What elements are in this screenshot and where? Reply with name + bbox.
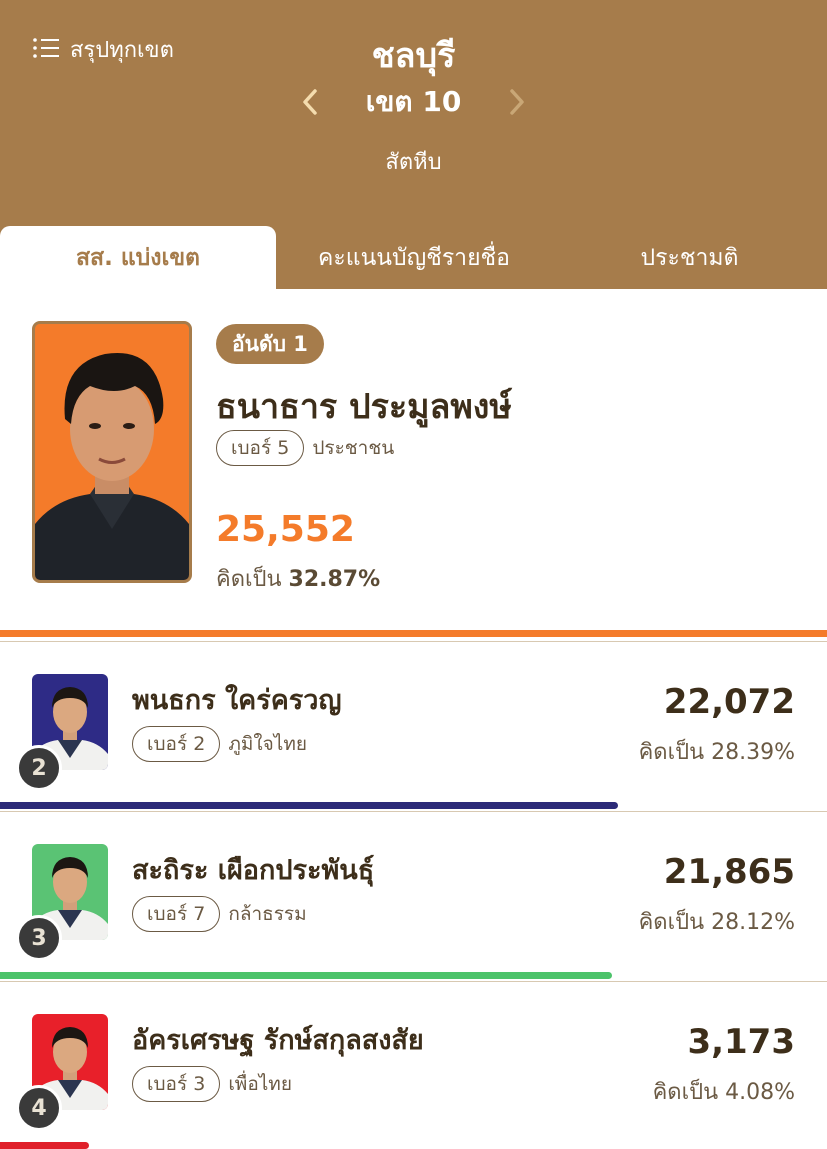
vote-share-bar (0, 1142, 89, 1149)
rank-badge: อันดับ 1 (216, 324, 324, 364)
candidate-votes: 21,865 (663, 852, 795, 892)
district-switcher: เขต 10 (0, 80, 827, 124)
province-title: ชลบุรี (371, 36, 456, 76)
rank-badge: 3 (16, 915, 62, 961)
winner-votes: 25,552 (216, 509, 355, 550)
party-name: เพื่อไทย (228, 1073, 292, 1095)
candidate-name: พนธกร ใคร่ครวญ (132, 685, 342, 716)
district-title: เขต 10 (365, 85, 462, 118)
rank-badge: 2 (16, 745, 62, 791)
candidate-meta: เบอร์ 7 กล้าธรรม (132, 896, 307, 932)
rank-badge: 4 (16, 1085, 62, 1131)
result-tabs: สส. แบ่งเขต คะแนนบัญชีรายชื่อ ประชามติ (0, 226, 827, 289)
chevron-left-icon (302, 89, 317, 115)
candidate-row[interactable]: 4 อัครเศรษฐ รักษ์สกุลสงสัย เบอร์ 3 เพื่อ… (0, 981, 827, 1149)
candidate-number-badge: เบอร์ 2 (132, 726, 221, 762)
candidate-percent: คิดเป็น 28.12% (638, 910, 795, 935)
vote-share-bar (0, 802, 618, 809)
party-name: ประชาชน (312, 437, 395, 459)
candidate-number-badge: เบอร์ 7 (132, 896, 221, 932)
tab-constituency-mp[interactable]: สส. แบ่งเขต (0, 226, 276, 289)
next-district-button[interactable] (497, 82, 537, 122)
candidate-name: อัครเศรษฐ รักษ์สกุลสงสัย (132, 1025, 424, 1056)
candidate-name: สะถิระ เผือกประพันธุ์ (132, 855, 375, 886)
winner-meta: เบอร์ 5 ประชาชน (216, 430, 394, 466)
percent-value: 32.87% (288, 567, 381, 592)
candidate-votes: 3,173 (687, 1022, 795, 1062)
winner-card[interactable]: อันดับ 1 ธนาธาร ประมูลพงษ์ เบอร์ 5 ประชา… (0, 289, 827, 641)
candidate-meta: เบอร์ 3 เพื่อไทย (132, 1066, 292, 1102)
candidate-number-badge: เบอร์ 5 (216, 430, 305, 466)
tab-party-list-score[interactable]: คะแนนบัญชีรายชื่อ (276, 226, 552, 289)
vote-share-bar (0, 972, 612, 979)
chevron-right-icon (510, 89, 525, 115)
previous-district-button[interactable] (290, 82, 330, 122)
header: สรุปทุกเขต ชลบุรี เขต 10 สัตหีบ (0, 0, 827, 226)
area-subtitle: สัตหีบ (385, 150, 442, 175)
candidate-percent: คิดเป็น 28.39% (638, 740, 795, 765)
party-name: กล้าธรรม (228, 903, 307, 925)
candidate-votes: 22,072 (663, 682, 795, 722)
candidate-percent: คิดเป็น 4.08% (652, 1080, 795, 1105)
vote-share-bar (0, 630, 827, 637)
candidate-row[interactable]: 3 สะถิระ เผือกประพันธุ์ เบอร์ 7 กล้าธรรม… (0, 811, 827, 981)
party-name: ภูมิใจไทย (228, 733, 307, 755)
winner-percent: คิดเป็น 32.87% (216, 561, 380, 596)
candidate-number-badge: เบอร์ 3 (132, 1066, 221, 1102)
winner-photo (32, 321, 192, 583)
winner-name: ธนาธาร ประมูลพงษ์ (216, 387, 512, 427)
tab-referendum[interactable]: ประชามติ (552, 226, 827, 289)
candidate-row[interactable]: 2 พนธกร ใคร่ครวญ เบอร์ 2 ภูมิใจไทย 22,07… (0, 641, 827, 811)
candidate-meta: เบอร์ 2 ภูมิใจไทย (132, 726, 307, 762)
percent-prefix: คิดเป็น (216, 567, 282, 592)
